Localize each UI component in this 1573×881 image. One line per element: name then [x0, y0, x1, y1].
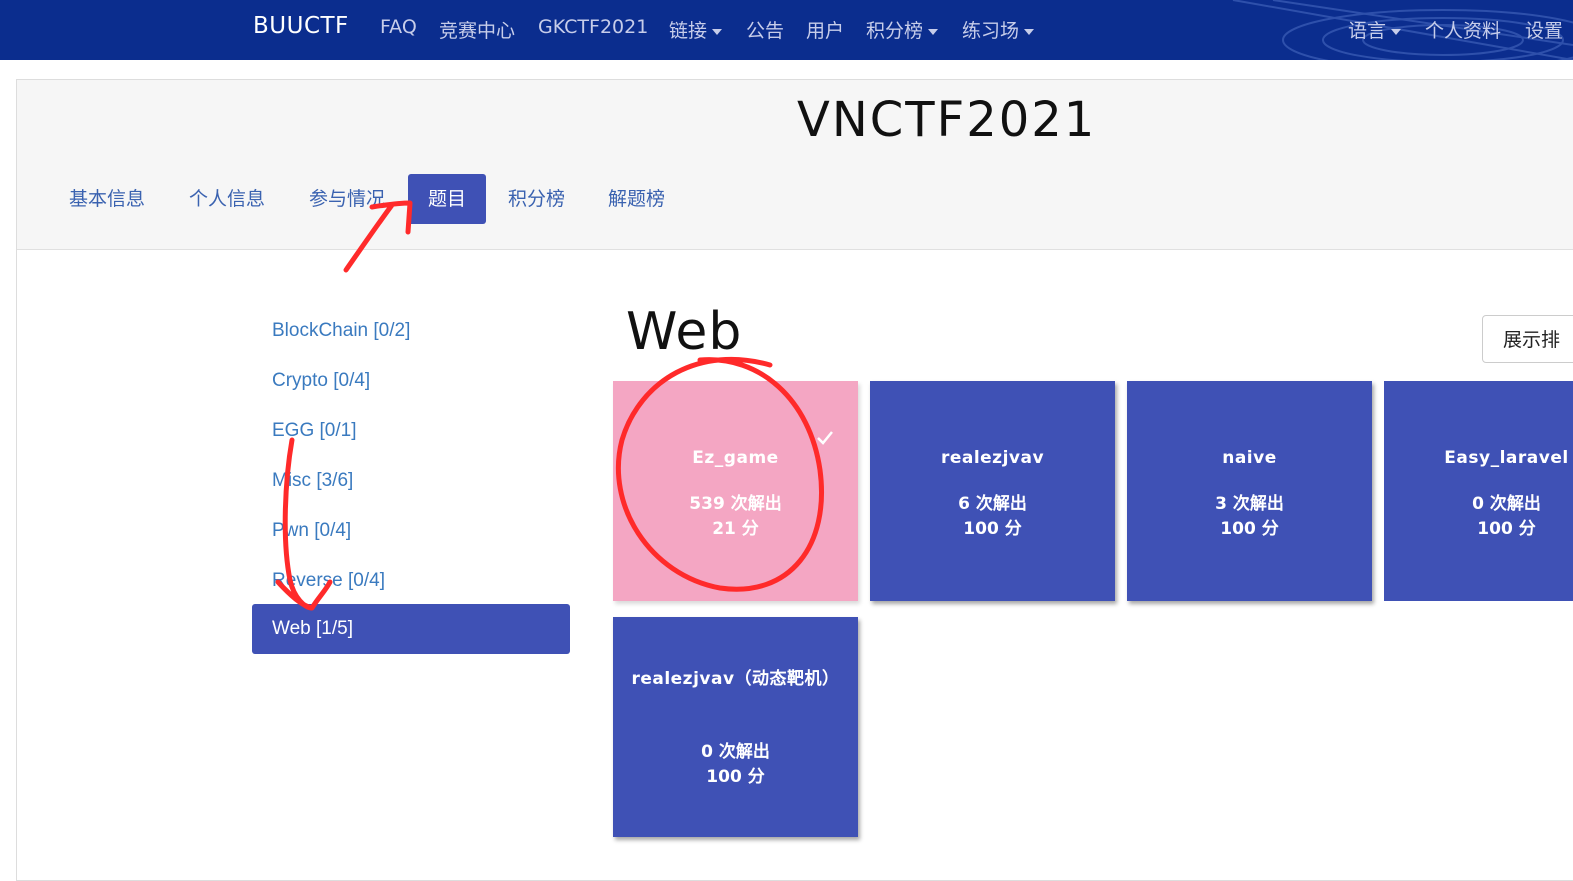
challenge-card[interactable]: Ez_game 539 次解出 21 分	[613, 381, 858, 601]
nav-scoreboard[interactable]: 积分榜	[866, 16, 939, 43]
nav-faq[interactable]: FAQ	[380, 16, 417, 38]
challenge-solves: 6 次解出	[958, 494, 1027, 514]
challenge-solves: 0 次解出	[701, 742, 770, 762]
tab-basic-info[interactable]: 基本信息	[69, 174, 145, 224]
nav-users[interactable]: 用户	[806, 16, 844, 43]
category-misc[interactable]: Misc [3/6]	[252, 456, 570, 506]
challenge-name: naive	[1222, 448, 1277, 468]
nav-profile[interactable]: 个人资料	[1425, 16, 1501, 43]
contest-title: VNCTF2021	[797, 92, 1097, 148]
challenge-card[interactable]: Easy_laravel 0 次解出 100 分	[1384, 381, 1573, 601]
category-web[interactable]: Web [1/5]	[252, 604, 570, 654]
tab-challenges[interactable]: 题目	[408, 174, 487, 224]
challenge-name: Easy_laravel	[1444, 448, 1569, 468]
chevron-down-icon	[1024, 28, 1035, 35]
brand-logo[interactable]: BUUCTF	[253, 13, 349, 39]
nav-scoreboard-label: 积分榜	[866, 20, 924, 42]
nav-links[interactable]: 链接	[669, 16, 723, 43]
nav-language-label: 语言	[1348, 20, 1387, 42]
chevron-down-icon	[1391, 28, 1402, 35]
challenge-card[interactable]: naive 3 次解出 100 分	[1127, 381, 1372, 601]
nav-announcements[interactable]: 公告	[746, 16, 784, 43]
tab-scoreboard[interactable]: 积分榜	[508, 174, 565, 224]
challenge-name: Ez_game	[692, 448, 779, 468]
category-crypto[interactable]: Crypto [0/4]	[252, 356, 570, 406]
nav-practice-label: 练习场	[962, 20, 1020, 42]
nav-links-label: 链接	[669, 20, 708, 42]
contest-header	[17, 80, 1573, 250]
tab-solves[interactable]: 解题榜	[608, 174, 665, 224]
challenge-card[interactable]: realezjvav 6 次解出 100 分	[870, 381, 1115, 601]
tab-participation[interactable]: 参与情况	[309, 174, 385, 224]
challenge-card[interactable]: realezjvav（动态靶机） 0 次解出 100 分	[613, 617, 858, 837]
section-title: Web	[626, 302, 743, 362]
challenge-solves: 3 次解出	[1215, 494, 1284, 514]
chevron-down-icon	[928, 28, 939, 35]
challenge-points: 100 分	[1220, 519, 1279, 539]
chevron-down-icon	[712, 28, 723, 35]
challenge-points: 100 分	[1477, 519, 1536, 539]
tab-personal-info[interactable]: 个人信息	[189, 174, 265, 224]
nav-gkctf2021[interactable]: GKCTF2021	[538, 16, 648, 38]
nav-practice[interactable]: 练习场	[962, 16, 1035, 43]
challenge-name: realezjvav（动态靶机）	[631, 669, 840, 689]
category-blockchain[interactable]: BlockChain [0/2]	[252, 306, 570, 356]
challenge-points: 100 分	[963, 519, 1022, 539]
challenge-solves: 0 次解出	[1472, 494, 1541, 514]
check-icon	[817, 431, 833, 445]
nav-language[interactable]: 语言	[1348, 16, 1402, 43]
show-ranking-button[interactable]: 展示排	[1482, 315, 1573, 363]
category-pwn[interactable]: Pwn [0/4]	[252, 506, 570, 556]
challenge-points: 21 分	[712, 519, 759, 539]
top-navbar: BUUCTF FAQ 竞赛中心 GKCTF2021 链接 公告 用户 积分榜 练…	[0, 0, 1573, 60]
nav-settings[interactable]: 设置	[1525, 16, 1563, 43]
category-egg[interactable]: EGG [0/1]	[252, 406, 570, 456]
category-reverse[interactable]: Reverse [0/4]	[252, 556, 570, 606]
challenge-points: 100 分	[706, 767, 765, 787]
nav-contest-center[interactable]: 竞赛中心	[439, 16, 515, 43]
challenge-solves: 539 次解出	[689, 494, 782, 514]
challenge-name: realezjvav	[940, 448, 1045, 468]
